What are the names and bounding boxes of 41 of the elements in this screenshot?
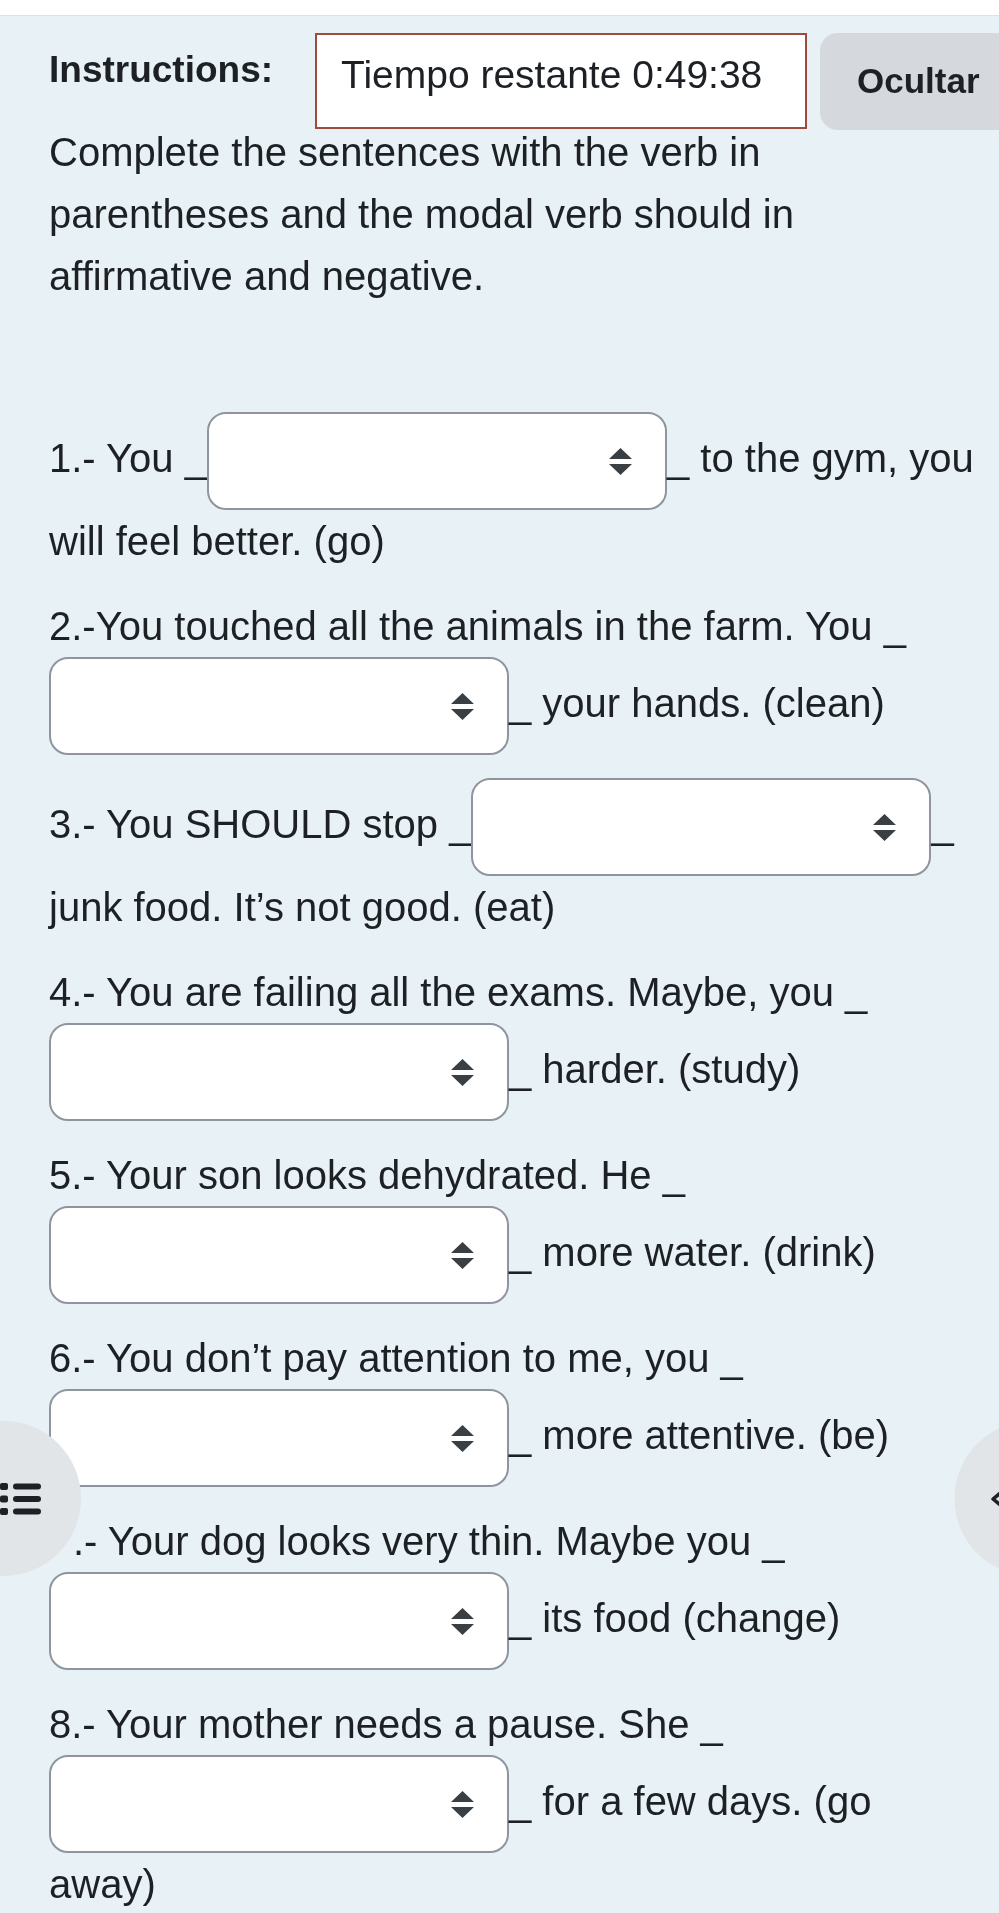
question-text: 3.- You SHOULD stop _ — [49, 801, 472, 846]
question-text: _ its food (change) — [509, 1595, 841, 1640]
question-text: .- Your dog looks very thin. Maybe you _ — [73, 1519, 785, 1563]
dropdown-field[interactable] — [49, 657, 509, 755]
question-text: 5.- Your son looks dehydrated. He _ — [49, 1153, 685, 1197]
dropdown-field[interactable] — [49, 1023, 509, 1121]
question-text: 8.- Your mother needs a pause. She _ — [49, 1702, 723, 1746]
list-icon — [0, 1482, 41, 1515]
dropdown-field[interactable] — [471, 778, 932, 876]
up-down-caret-icon — [451, 1790, 474, 1818]
question-text: _ for a few days. (go — [509, 1778, 872, 1823]
dropdown-field[interactable] — [206, 412, 667, 510]
question-text: junk food. It’s not good. (eat) — [49, 884, 556, 931]
question-text: _ — [931, 801, 954, 846]
question-text: _ your hands. (clean) — [509, 680, 885, 725]
up-down-caret-icon — [451, 692, 474, 720]
up-down-caret-icon — [451, 1607, 474, 1635]
timer-display: Tiempo restante 0:49:38 — [315, 33, 807, 129]
question-text: _ to the gym, you — [666, 435, 974, 480]
question-text: 4.- You are failing all the exams. Maybe, you _ — [49, 970, 868, 1014]
chevron-left-icon — [990, 1490, 999, 1507]
up-down-caret-icon — [451, 1058, 474, 1086]
hide-button[interactable]: Ocultar — [820, 33, 999, 130]
instructions-text: Complete the sentences with the verb in parentheses and the modal verb should in affirmative and negative. — [49, 129, 795, 300]
dropdown-field[interactable] — [49, 1389, 509, 1487]
up-down-caret-icon — [873, 813, 897, 841]
question-text: 1.- You _ — [49, 435, 207, 480]
dropdown-field[interactable] — [49, 1206, 509, 1304]
dropdown-field[interactable] — [49, 1572, 509, 1670]
question-text: will feel better. (go) — [49, 518, 385, 565]
question-text: _ more water. (drink) — [509, 1229, 876, 1274]
up-down-caret-icon — [451, 1241, 474, 1269]
up-down-caret-icon — [451, 1424, 474, 1452]
dropdown-field[interactable] — [49, 1755, 509, 1853]
question-text: 2.-You touched all the animals in the farm. You _ — [49, 604, 906, 648]
question-text: _ more attentive. (be) — [509, 1412, 890, 1457]
question-text: _ harder. (study) — [509, 1046, 801, 1091]
question-text: away) — [49, 1861, 156, 1908]
up-down-caret-icon — [608, 447, 632, 475]
instructions-label: Instructions: — [49, 48, 275, 92]
question-text: 6.- You don’t pay attention to me, you _ — [49, 1336, 743, 1380]
